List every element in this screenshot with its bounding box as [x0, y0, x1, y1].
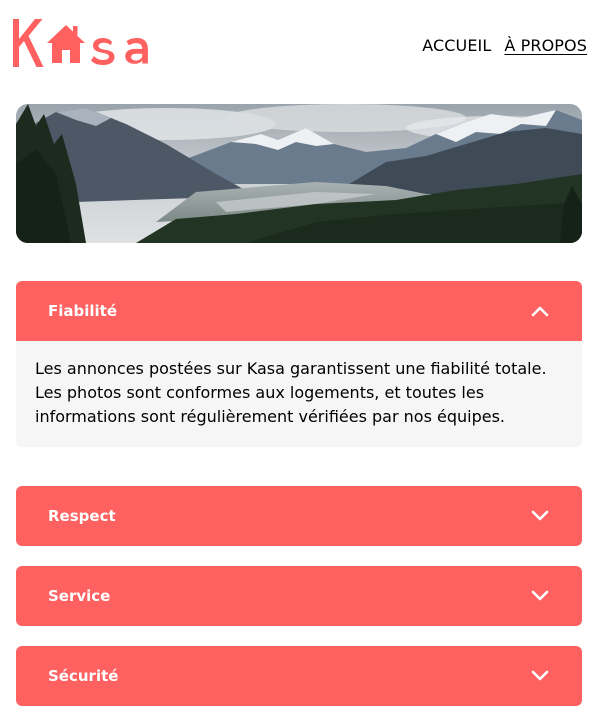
chevron-up-icon[interactable]	[530, 301, 550, 321]
accordion-header-fiabilite[interactable]: Fiabilité	[16, 281, 582, 341]
nav-link-accueil[interactable]: ACCUEIL	[422, 36, 491, 55]
accordion-service: Service	[16, 566, 582, 626]
accordion-fiabilite: Fiabilité Les annonces postées sur Kasa …	[16, 281, 582, 447]
accordion-header-securite[interactable]: Sécurité	[16, 646, 582, 706]
banner-image	[16, 104, 582, 243]
chevron-down-icon[interactable]	[530, 586, 550, 606]
accordion-securite: Sécurité	[16, 646, 582, 706]
main-nav: ACCUEIL À PROPOS	[422, 36, 587, 55]
accordion-header-service[interactable]: Service	[16, 566, 582, 626]
accordion-respect: Respect	[16, 486, 582, 546]
accordion-title: Fiabilité	[48, 302, 118, 320]
accordion-title: Sécurité	[48, 667, 119, 685]
accordion-header-respect[interactable]: Respect	[16, 486, 582, 546]
accordion-title: Respect	[48, 507, 116, 525]
accordion-text: Les annonces postées sur Kasa garantisse…	[35, 359, 547, 426]
header: ACCUEIL À PROPOS	[0, 0, 600, 90]
accordion-title: Service	[48, 587, 111, 605]
kasa-logo[interactable]	[11, 17, 163, 69]
nav-link-a-propos[interactable]: À PROPOS	[504, 36, 587, 55]
chevron-down-icon[interactable]	[530, 666, 550, 686]
chevron-down-icon[interactable]	[530, 506, 550, 526]
accordion-content: Les annonces postées sur Kasa garantisse…	[16, 341, 582, 447]
